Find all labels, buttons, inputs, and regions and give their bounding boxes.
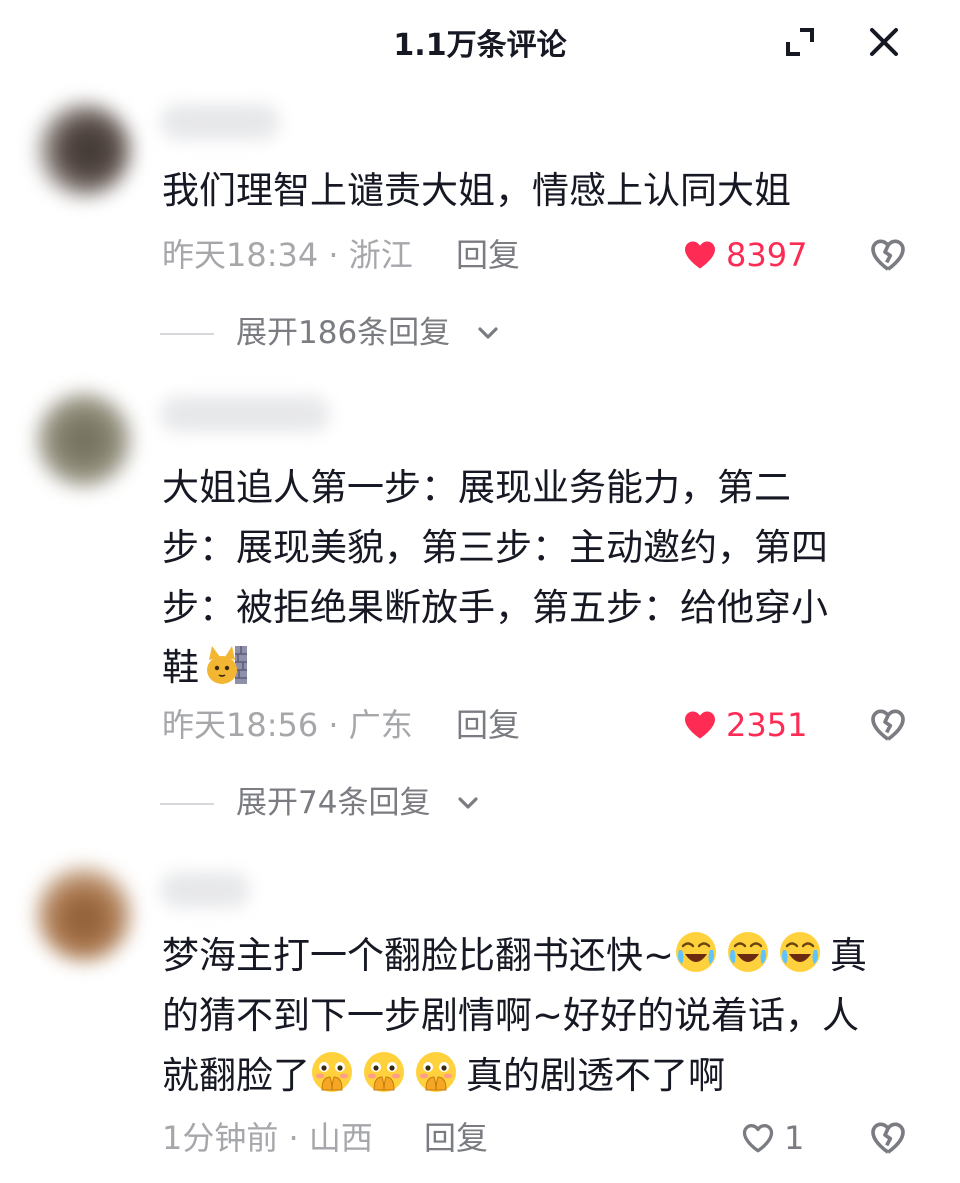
- comment-meta: 昨天18:56 · 广东 回复 2351: [162, 703, 922, 747]
- avatar[interactable]: [36, 392, 132, 488]
- comment-text-line: 梦海主打一个翻脸比翻书还快~ 真: [162, 926, 922, 986]
- username-blurred[interactable]: [160, 872, 250, 908]
- divider-dash: [160, 333, 214, 335]
- like-count: 8397: [726, 236, 808, 274]
- fullscreen-icon[interactable]: [780, 22, 820, 62]
- reply-button[interactable]: 回复: [424, 1116, 488, 1160]
- cover-mouth-emoji: [414, 1050, 458, 1094]
- comment-text-fragment: 梦海主打一个翻脸比翻书还快~: [162, 934, 675, 977]
- avatar[interactable]: [36, 866, 132, 962]
- username-blurred[interactable]: [160, 104, 280, 140]
- divider-dash: [160, 803, 214, 805]
- heart-filled-icon: [682, 237, 718, 273]
- expand-replies-label: 展开186条回复: [236, 315, 451, 351]
- comment-text: 我们理智上谴责大姐，情感上认同大姐: [162, 161, 922, 221]
- heart-outline-icon: [740, 1120, 776, 1156]
- comment-text-line: 步：展现美貌，第三步：主动邀约，第四: [162, 526, 828, 569]
- comment-text-line: 步：被拒绝果断放手，第五步：给他穿小: [162, 586, 828, 629]
- comments-header: 1.1万条评论: [0, 0, 960, 84]
- cover-mouth-emoji: [310, 1050, 354, 1094]
- comment-meta: 昨天18:34 · 浙江 回复 8397: [162, 233, 922, 277]
- laughing-crying-emoji: [674, 930, 718, 974]
- time-location: 昨天18:34 · 浙江: [162, 236, 413, 274]
- comment-text-fragment: 真: [830, 934, 868, 977]
- comment-meta: 1分钟前 · 山西 回复 1: [162, 1116, 922, 1160]
- avatar[interactable]: [36, 102, 132, 198]
- like-count: 1: [784, 1119, 805, 1157]
- username-blurred[interactable]: [160, 396, 330, 432]
- comment-text-line: 鞋: [162, 638, 922, 698]
- chevron-down-icon: [472, 317, 504, 349]
- reply-button[interactable]: 回复: [456, 233, 520, 277]
- comment-text-fragment: 真的剧透不了啊: [466, 1054, 725, 1097]
- cat-behind-wall-emoji: [205, 642, 249, 686]
- comment-text-line: 大姐追人第一步：展现业务能力，第二: [162, 466, 791, 509]
- broken-heart-icon[interactable]: [868, 705, 908, 745]
- laughing-crying-emoji: [778, 930, 822, 974]
- broken-heart-icon[interactable]: [868, 235, 908, 275]
- laughing-crying-emoji: [726, 930, 770, 974]
- reply-button[interactable]: 回复: [456, 703, 520, 747]
- close-icon[interactable]: [864, 22, 904, 62]
- comment-text: 梦海主打一个翻脸比翻书还快~ 真 的猜不到下一步剧情啊~好好的说着话，人 就翻脸…: [162, 926, 922, 1106]
- like-count: 2351: [726, 706, 808, 744]
- time-location: 1分钟前 · 山西: [162, 1119, 373, 1157]
- chevron-down-icon: [452, 787, 484, 819]
- expand-replies-label: 展开74条回复: [236, 785, 431, 821]
- broken-heart-icon[interactable]: [868, 1118, 908, 1158]
- comment-text: 大姐追人第一步：展现业务能力，第二 步：展现美貌，第三步：主动邀约，第四 步：被…: [162, 458, 922, 698]
- comment-text-line: 我们理智上谴责大姐，情感上认同大姐: [162, 169, 791, 212]
- time-location: 昨天18:56 · 广东: [162, 706, 413, 744]
- cover-mouth-emoji: [362, 1050, 406, 1094]
- comment-text-line: 就翻脸了 真的剧透不了啊: [162, 1046, 922, 1106]
- comment-text-fragment: 鞋: [162, 646, 199, 689]
- comment-text-line: 的猜不到下一步剧情啊~好好的说着话，人: [162, 994, 860, 1037]
- comment-text-fragment: 就翻脸了: [162, 1054, 310, 1097]
- heart-filled-icon: [682, 707, 718, 743]
